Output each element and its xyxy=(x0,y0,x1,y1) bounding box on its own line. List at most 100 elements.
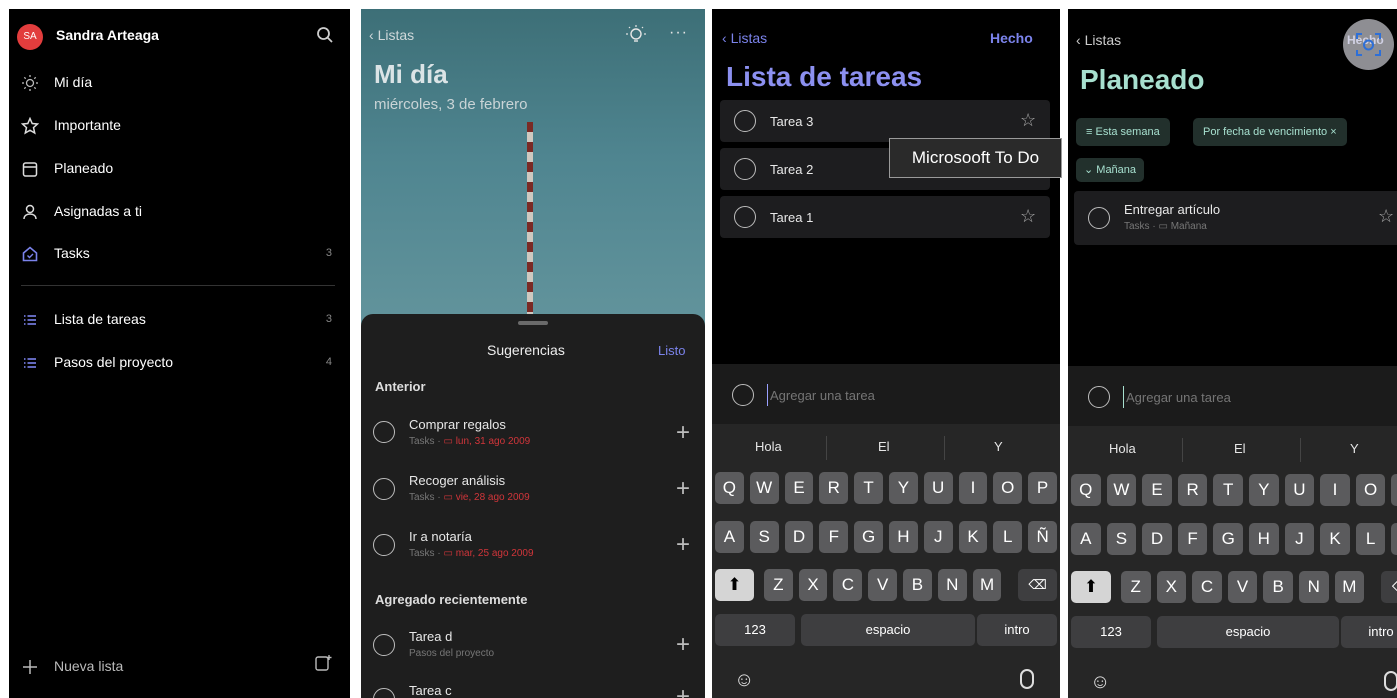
key-y[interactable]: Y xyxy=(889,472,918,504)
task-row[interactable]: Tarea 3 ☆ xyxy=(720,100,1050,142)
key-y[interactable]: Y xyxy=(1249,474,1279,506)
key-h[interactable]: H xyxy=(889,521,918,553)
add-plus-icon[interactable]: + xyxy=(676,533,690,557)
sidebar-item-importante[interactable]: Importante xyxy=(9,108,350,144)
done-button[interactable]: Hecho xyxy=(990,30,1033,46)
key-z[interactable]: Z xyxy=(763,569,793,601)
user-name[interactable]: Sandra Arteaga xyxy=(56,27,159,43)
key-n[interactable]: N xyxy=(937,569,967,601)
search-icon[interactable] xyxy=(316,26,334,44)
key-x[interactable]: X xyxy=(798,569,828,601)
new-group-icon[interactable] xyxy=(314,654,332,672)
lightbulb-icon[interactable] xyxy=(625,24,647,46)
back-button[interactable]: ‹ Listas xyxy=(1076,32,1121,48)
backspace-key[interactable]: ⌫ xyxy=(1381,571,1397,603)
key-j[interactable]: J xyxy=(923,521,953,553)
complete-checkbox[interactable] xyxy=(373,478,395,500)
key-u[interactable]: U xyxy=(923,472,953,504)
add-plus-icon[interactable]: + xyxy=(676,421,690,445)
key-v[interactable]: V xyxy=(1227,571,1258,603)
key-p[interactable]: P xyxy=(1391,474,1397,506)
key-j[interactable]: J xyxy=(1284,523,1315,555)
key-f[interactable]: F xyxy=(1177,523,1208,555)
suggestion[interactable]: El xyxy=(1234,441,1246,456)
key-g[interactable]: G xyxy=(854,521,883,553)
sidebar-item-pasos-del-proyecto[interactable]: Pasos del proyecto 4 xyxy=(9,345,350,381)
key-v[interactable]: V xyxy=(868,569,898,601)
sidebar-item-tasks[interactable]: Tasks 3 xyxy=(9,236,350,272)
sidebar-item-lista-de-tareas[interactable]: Lista de tareas 3 xyxy=(9,302,350,338)
space-key[interactable]: espacio xyxy=(1157,616,1339,648)
key-r[interactable]: R xyxy=(1177,474,1208,506)
key-b[interactable]: B xyxy=(1263,571,1293,603)
star-icon[interactable]: ☆ xyxy=(1020,206,1036,227)
key-f[interactable]: F xyxy=(819,521,849,553)
key-q[interactable]: Q xyxy=(715,472,744,504)
key-o[interactable]: O xyxy=(993,472,1023,504)
key-r[interactable]: R xyxy=(819,472,849,504)
backspace-key[interactable]: ⌫ xyxy=(1018,569,1057,601)
key-t[interactable]: T xyxy=(854,472,883,504)
key-c[interactable]: C xyxy=(833,569,863,601)
shift-key[interactable]: ⬆ xyxy=(715,569,754,601)
add-plus-icon[interactable]: + xyxy=(676,685,690,698)
key-z[interactable]: Z xyxy=(1120,571,1151,603)
add-task-input[interactable] xyxy=(767,384,1017,406)
shift-key[interactable]: ⬆ xyxy=(1071,571,1111,603)
key-e[interactable]: E xyxy=(1142,474,1172,506)
key-g[interactable]: G xyxy=(1213,523,1243,555)
back-button[interactable]: ‹ Listas xyxy=(369,27,414,43)
avatar[interactable]: SA xyxy=(17,24,43,50)
back-button[interactable]: ‹ Listas xyxy=(722,30,767,46)
add-plus-icon[interactable]: + xyxy=(676,633,690,657)
key-p[interactable]: P xyxy=(1028,472,1057,504)
key-i[interactable]: I xyxy=(958,472,988,504)
key-u[interactable]: U xyxy=(1284,474,1315,506)
key-l[interactable]: L xyxy=(993,521,1023,553)
key-q[interactable]: Q xyxy=(1071,474,1101,506)
star-icon[interactable]: ☆ xyxy=(1378,206,1394,227)
key-s[interactable]: S xyxy=(749,521,779,553)
sidebar-item-mi-dia[interactable]: Mi día xyxy=(9,65,350,101)
suggestion[interactable]: El xyxy=(878,439,890,454)
complete-checkbox[interactable] xyxy=(373,634,395,656)
key-k[interactable]: K xyxy=(1320,523,1350,555)
microphone-icon[interactable] xyxy=(1020,669,1034,689)
key-e[interactable]: E xyxy=(784,472,814,504)
sheet-handle[interactable] xyxy=(518,321,548,325)
key-m[interactable]: M xyxy=(972,569,1002,601)
key-x[interactable]: X xyxy=(1156,571,1187,603)
key-l[interactable]: L xyxy=(1355,523,1386,555)
key-w[interactable]: W xyxy=(1106,474,1137,506)
key-m[interactable]: M xyxy=(1334,571,1365,603)
space-key[interactable]: espacio xyxy=(801,614,975,646)
screenshot-lens-button[interactable]: Hecho xyxy=(1343,19,1394,70)
key-t[interactable]: T xyxy=(1213,474,1243,506)
microphone-icon[interactable] xyxy=(1384,671,1397,691)
key-ñ[interactable]: Ñ xyxy=(1028,521,1057,553)
add-task-input[interactable] xyxy=(1123,386,1373,408)
enter-key[interactable]: intro xyxy=(1341,616,1397,648)
star-icon[interactable]: ☆ xyxy=(1020,110,1036,131)
complete-checkbox[interactable] xyxy=(734,206,756,228)
numbers-key[interactable]: 123 xyxy=(715,614,795,646)
key-a[interactable]: A xyxy=(715,521,744,553)
complete-checkbox[interactable] xyxy=(1088,207,1110,229)
key-o[interactable]: O xyxy=(1355,474,1386,506)
key-i[interactable]: I xyxy=(1320,474,1350,506)
complete-checkbox[interactable] xyxy=(373,534,395,556)
key-n[interactable]: N xyxy=(1298,571,1329,603)
enter-key[interactable]: intro xyxy=(977,614,1057,646)
add-plus-icon[interactable]: + xyxy=(676,477,690,501)
emoji-icon[interactable]: ☺ xyxy=(734,669,754,692)
sidebar-item-planeado[interactable]: Planeado xyxy=(9,151,350,187)
key-s[interactable]: S xyxy=(1106,523,1137,555)
key-k[interactable]: K xyxy=(958,521,988,553)
complete-checkbox[interactable] xyxy=(373,421,395,443)
emoji-icon[interactable]: ☺ xyxy=(1090,671,1110,694)
numbers-key[interactable]: 123 xyxy=(1071,616,1151,648)
key-w[interactable]: W xyxy=(749,472,779,504)
key-b[interactable]: B xyxy=(903,569,932,601)
key-ñ[interactable]: Ñ xyxy=(1391,523,1397,555)
group-toggle[interactable]: ⌄ Mañana xyxy=(1076,158,1145,182)
